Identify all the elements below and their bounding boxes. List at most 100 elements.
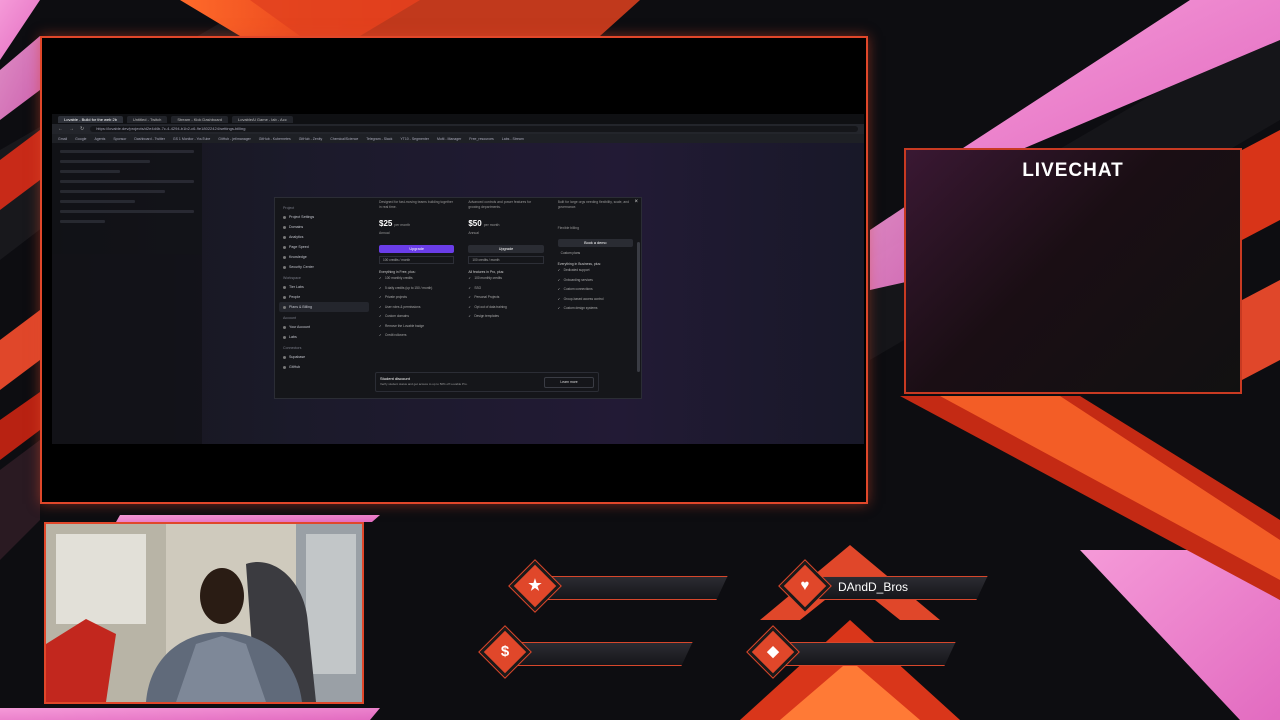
billing-toggle[interactable]: Annual bbox=[379, 231, 454, 235]
learn-more-button[interactable]: Learn more bbox=[544, 377, 594, 388]
plan-desc: Built for large orgs needing flexibility… bbox=[557, 200, 630, 209]
reload-icon[interactable]: ↻ bbox=[80, 126, 84, 132]
feature-item: Personal Projects bbox=[468, 293, 543, 303]
modal-scrollbar[interactable] bbox=[637, 242, 640, 372]
subscriber-alert-bar: ♥ DAndD_Bros bbox=[783, 564, 990, 608]
donation-alert-bar: $ bbox=[483, 630, 693, 674]
plans-grid: Designed for fast-moving teams building … bbox=[375, 198, 637, 368]
bookmark[interactable]: Gmail bbox=[58, 137, 67, 141]
follower-alert-bar: ★ bbox=[513, 564, 730, 608]
bookmark[interactable]: GitHub - Kubernetes bbox=[259, 137, 291, 141]
back-icon[interactable]: ← bbox=[58, 126, 63, 132]
feature-item: 100 monthly credits bbox=[379, 274, 454, 284]
nav-item-github[interactable]: GitHub bbox=[279, 362, 369, 372]
browser-tab[interactable]: Untitled - Twitch bbox=[126, 115, 168, 123]
bookmark[interactable]: Free_resources bbox=[469, 137, 494, 141]
app-content: Project Project Settings Domains Analyti… bbox=[52, 143, 864, 444]
bookmark[interactable]: Telegram - Slack bbox=[366, 137, 392, 141]
url-input[interactable]: https://lovable.dev/projects/d2e4d4b-7c-… bbox=[90, 126, 858, 132]
feature-item: Private projects bbox=[379, 293, 454, 303]
nav-item-labs[interactable]: Labs bbox=[279, 332, 369, 342]
feature-item: Onboarding services bbox=[558, 276, 633, 286]
bookmark[interactable]: Multi - Manager bbox=[437, 137, 461, 141]
address-bar: ← → ↻ https://lovable.dev/projects/d2e4d… bbox=[52, 124, 864, 134]
credits-select[interactable]: 100 credits / month bbox=[379, 256, 455, 264]
close-icon[interactable]: × bbox=[634, 199, 638, 205]
feature-item: 5 daily credits (up to 150 / month) bbox=[379, 284, 454, 294]
app-chat-panel bbox=[52, 143, 202, 444]
feature-item: Group-based access control bbox=[558, 295, 633, 305]
nav-item-security-center[interactable]: Security Center bbox=[279, 262, 369, 272]
nav-item-knowledge[interactable]: Knowledge bbox=[279, 252, 369, 262]
nav-item-supabase[interactable]: Supabase bbox=[279, 352, 369, 362]
plan-card-business: Advanced controls and power features for… bbox=[464, 198, 547, 368]
bookmark[interactable]: YT10 - Segmenter bbox=[400, 137, 429, 141]
bookmark[interactable]: Sponsor bbox=[113, 137, 126, 141]
custom-plans-note: Custom plans bbox=[560, 251, 581, 255]
upgrade-button[interactable]: Upgrade bbox=[468, 245, 544, 253]
bookmark[interactable]: Google bbox=[75, 137, 86, 141]
forward-icon[interactable]: → bbox=[69, 126, 74, 132]
feature-item: Custom connections bbox=[558, 285, 633, 295]
alert-bar bbox=[496, 642, 693, 666]
feature-item: 100 monthly credits bbox=[468, 274, 543, 284]
nav-item-plans-billing[interactable]: Plans & Billing bbox=[279, 302, 369, 312]
bookmark[interactable]: Chemical/Science bbox=[330, 137, 358, 141]
bookmark[interactable]: Labs - Stream bbox=[502, 137, 524, 141]
bookmark[interactable]: GS 1 Monitor - YouTube bbox=[173, 137, 210, 141]
feature-item: Remove the Lovable badge bbox=[379, 322, 454, 332]
dollar-icon: $ bbox=[500, 643, 510, 660]
browser-tab[interactable]: LovableAI Game - lab - Acc bbox=[232, 115, 293, 123]
feature-item: Dedicated support bbox=[558, 266, 633, 276]
bits-alert-bar: ◆ bbox=[751, 630, 958, 674]
nav-item-page-speed[interactable]: Page Speed bbox=[279, 242, 369, 252]
nav-item-project-settings[interactable]: Project Settings bbox=[279, 212, 369, 222]
plan-desc: Designed for fast-moving teams building … bbox=[379, 200, 453, 209]
webcam-image bbox=[46, 524, 362, 702]
nav-item-analytics[interactable]: Analytics bbox=[279, 232, 369, 242]
feature-item: Credit rollovers bbox=[379, 331, 454, 341]
settings-nav: Project Project Settings Domains Analyti… bbox=[279, 202, 369, 392]
billing-toggle[interactable]: Annual bbox=[468, 231, 543, 235]
alert-bar bbox=[764, 642, 956, 666]
bookmark[interactable]: Agents bbox=[94, 137, 105, 141]
bookmark[interactable]: Dashboard - Twitter bbox=[134, 137, 164, 141]
student-discount-card: Student discount Verify student status a… bbox=[375, 372, 599, 392]
star-icon: ★ bbox=[528, 577, 542, 594]
browser-window: Lovable - Build for the web 2b Untitled … bbox=[52, 114, 864, 444]
nav-group-workspace: Workspace bbox=[283, 276, 301, 280]
upgrade-button[interactable]: Upgrade bbox=[379, 245, 455, 253]
feature-item: User roles & permissions bbox=[379, 303, 454, 313]
feature-item: Custom design systems bbox=[558, 304, 633, 314]
nav-item-domains[interactable]: Domains bbox=[279, 222, 369, 232]
bookmark[interactable]: GitHub - jet/manager bbox=[218, 137, 251, 141]
plan-card-enterprise: Built for large orgs needing flexibility… bbox=[554, 198, 637, 368]
book-demo-button[interactable]: Book a demo bbox=[557, 239, 633, 247]
livechat-panel: LIVECHAT bbox=[904, 148, 1242, 394]
credits-select[interactable]: 100 credits / month bbox=[468, 256, 544, 264]
nav-item-workspace[interactable]: Tier Labs bbox=[279, 282, 369, 292]
settings-modal: Project Project Settings Domains Analyti… bbox=[274, 197, 642, 399]
nav-group-connectors: Connectors bbox=[283, 346, 302, 350]
livechat-title: LIVECHAT bbox=[1022, 160, 1124, 181]
browser-tab[interactable]: Stream - Kick Dashboard bbox=[171, 115, 228, 123]
subscriber-name: DAndD_Bros bbox=[838, 580, 909, 594]
billing-note: Flexible billing bbox=[557, 226, 579, 230]
plan-price: $25 per month bbox=[379, 219, 411, 228]
browser-tabbar: Lovable - Build for the web 2b Untitled … bbox=[52, 114, 864, 124]
webcam-feed bbox=[44, 522, 364, 704]
nav-item-your-account[interactable]: Your Account bbox=[279, 322, 369, 332]
feature-item: Opt out of data training bbox=[468, 303, 543, 313]
plan-price: $50 per month bbox=[468, 219, 500, 228]
plan-card-pro: Designed for fast-moving teams building … bbox=[375, 198, 458, 368]
feature-item: SSO bbox=[468, 284, 543, 294]
plan-desc: Advanced controls and power features for… bbox=[468, 200, 532, 209]
nav-item-people[interactable]: People bbox=[279, 292, 369, 302]
bookmarks-bar: Gmail Google Agents Sponsor Dashboard - … bbox=[52, 134, 864, 143]
feature-item: Custom domains bbox=[379, 312, 454, 322]
bookmark[interactable]: GitHub - Zenity bbox=[299, 137, 323, 141]
heart-icon: ♥ bbox=[800, 577, 810, 594]
nav-group-account: Account bbox=[283, 316, 296, 320]
browser-tab[interactable]: Lovable - Build for the web 2b bbox=[58, 115, 123, 123]
diamond-icon: ◆ bbox=[767, 643, 779, 660]
